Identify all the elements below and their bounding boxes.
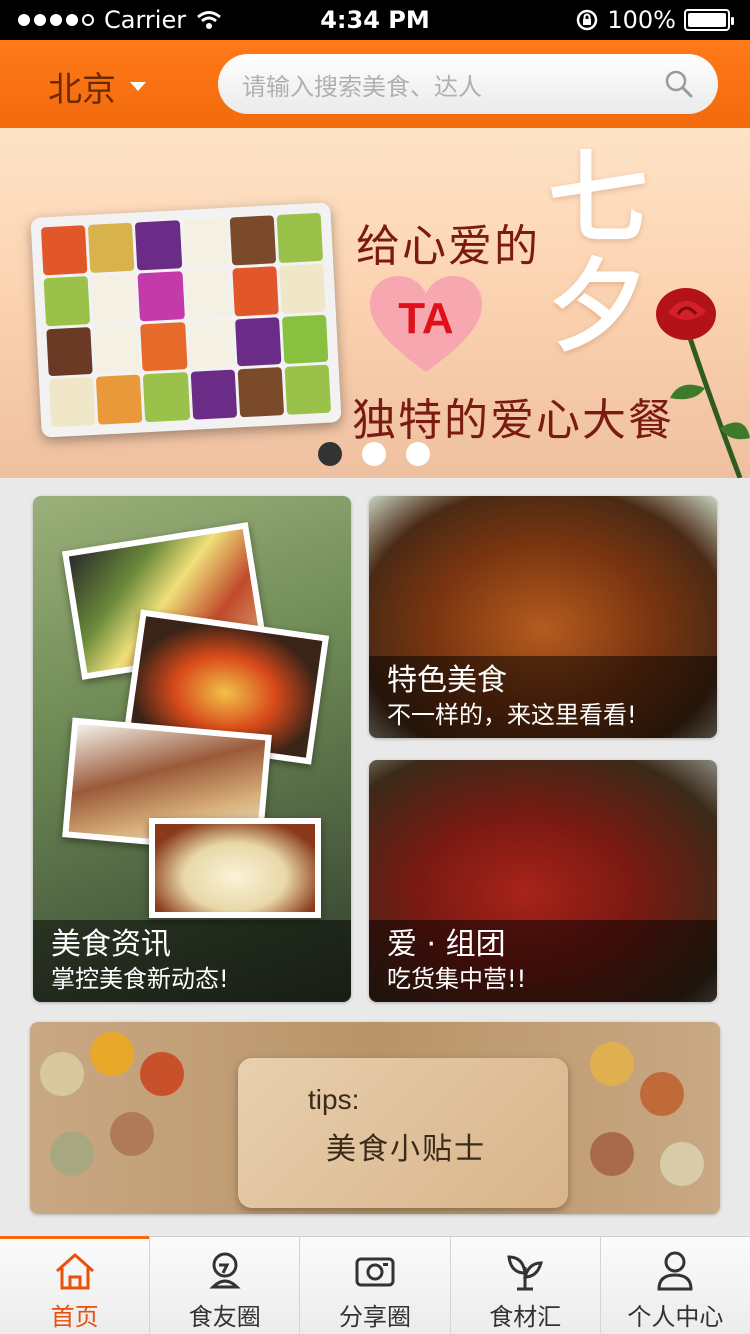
pager-dot-1[interactable] xyxy=(318,442,342,466)
banner-line1: 给心爱的 xyxy=(356,221,540,272)
city-label: 北京 xyxy=(48,70,116,110)
app-header: 北京 请输入搜索美食、达人 xyxy=(0,40,750,128)
food-platter-image xyxy=(30,202,342,438)
tab-ingredients-label: 食材汇 xyxy=(489,1303,562,1331)
food-photo-4 xyxy=(149,818,321,918)
spice-spoon-decor xyxy=(140,1052,184,1096)
tab-share-label: 分享圈 xyxy=(339,1303,411,1331)
city-selector[interactable]: 北京 xyxy=(48,62,146,111)
search-placeholder: 请输入搜索美食、达人 xyxy=(242,72,482,101)
group-buy-title: 爱 · 组团 xyxy=(387,927,506,962)
search-input[interactable]: 请输入搜索美食、达人 xyxy=(218,54,718,114)
group-buy-card[interactable]: 爱 · 组团 吃货集中营!! xyxy=(369,760,717,1002)
pager-dot-2[interactable] xyxy=(362,442,386,466)
special-food-card[interactable]: 特色美食 不一样的，来这里看看! xyxy=(369,496,717,738)
promo-banner[interactable]: 给心爱的 TA 独特的爱心大餐 七夕 xyxy=(0,128,750,478)
banner-pager xyxy=(318,442,430,466)
battery-info: 100% xyxy=(575,6,734,34)
home-icon xyxy=(55,1253,94,1290)
food-news-subtitle: 掌控美食新动态! xyxy=(51,965,229,993)
tab-profile-label: 个人中心 xyxy=(627,1303,724,1331)
person-icon xyxy=(657,1251,693,1291)
spice-spoon-decor xyxy=(50,1132,94,1176)
spice-spoon-decor xyxy=(660,1142,704,1186)
tab-profile[interactable]: 个人中心 xyxy=(601,1237,750,1334)
special-food-title: 特色美食 xyxy=(387,663,507,698)
chevron-down-icon xyxy=(130,82,146,91)
sprout-icon xyxy=(507,1255,544,1291)
banner-line2: 独特的爱心大餐 xyxy=(352,395,674,446)
tab-share[interactable]: 分享圈 xyxy=(300,1237,451,1334)
spice-spoon-decor xyxy=(590,1132,634,1176)
battery-percent: 100% xyxy=(607,6,676,34)
spice-spoon-decor xyxy=(110,1112,154,1156)
chef-icon xyxy=(209,1252,241,1289)
festival-title: 七夕 xyxy=(548,139,648,365)
tab-ingredients[interactable]: 食材汇 xyxy=(451,1237,601,1334)
spice-spoon-decor xyxy=(590,1042,634,1086)
tab-home-label: 首页 xyxy=(50,1303,99,1331)
food-news-card[interactable]: 美食资讯 掌控美食新动态! xyxy=(33,496,351,1002)
tab-food-friends-label: 食友圈 xyxy=(188,1303,261,1331)
special-food-subtitle: 不一样的，来这里看看! xyxy=(387,701,637,729)
group-buy-caption: 爱 · 组团 吃货集中营!! xyxy=(369,920,717,1002)
search-icon[interactable] xyxy=(664,69,694,99)
food-news-title: 美食资讯 xyxy=(51,927,171,962)
status-bar: Carrier 4:34 PM 100% xyxy=(0,0,750,40)
heart-text: TA xyxy=(398,294,454,343)
tab-home[interactable]: 首页 xyxy=(0,1236,151,1334)
spice-spoon-decor xyxy=(40,1052,84,1096)
special-food-caption: 特色美食 不一样的，来这里看看! xyxy=(369,656,717,738)
tips-label: tips: xyxy=(308,1084,360,1115)
battery-icon xyxy=(684,9,734,31)
rotation-lock-icon xyxy=(577,9,598,31)
tab-food-friends[interactable]: 食友圈 xyxy=(150,1237,301,1334)
rose-icon xyxy=(656,288,750,478)
camera-icon xyxy=(355,1257,395,1287)
spice-spoon-decor xyxy=(90,1032,134,1076)
food-tips-banner[interactable]: tips: 美食小贴士 xyxy=(30,1022,720,1214)
tab-bar: 首页 食友圈 分享圈 食材汇 个人中心 xyxy=(0,1236,750,1334)
group-buy-subtitle: 吃货集中营!! xyxy=(387,965,527,993)
spice-spoon-decor xyxy=(640,1072,684,1116)
pager-dot-3[interactable] xyxy=(406,442,430,466)
food-news-caption: 美食资讯 掌控美食新动态! xyxy=(33,920,351,1002)
heart-icon: TA xyxy=(370,276,482,376)
tips-title: 美食小贴士 xyxy=(326,1132,486,1167)
